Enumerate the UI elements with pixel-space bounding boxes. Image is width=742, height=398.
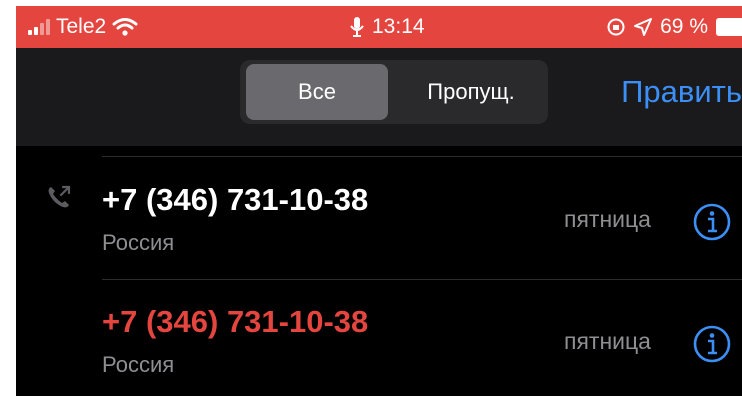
edit-button[interactable]: Править — [621, 74, 742, 110]
segment-missed[interactable]: Пропущ. — [400, 64, 542, 120]
call-number: +7 (346) 731-10-38 — [102, 182, 369, 217]
status-right: 69 % — [606, 15, 742, 39]
call-location: Россия — [102, 352, 175, 377]
info-icon[interactable] — [692, 202, 732, 242]
battery-percent: 69 % — [660, 15, 708, 38]
call-day: пятница — [564, 328, 651, 354]
status-left: Tele2 — [28, 15, 138, 39]
call-row[interactable]: +7 (346) 731-10-38 Россия пятница — [16, 268, 742, 390]
status-center: 13:14 — [350, 15, 425, 39]
recents-list: +7 (346) 731-10-38 Россия пятница +7 (34… — [16, 146, 742, 396]
battery-icon — [716, 18, 742, 36]
wifi-icon — [112, 18, 138, 36]
outgoing-call-icon — [48, 185, 71, 208]
calls-filter-segmented-control: Все Пропущ. — [240, 60, 548, 124]
status-bar: Tele2 13:14 69 % — [16, 6, 742, 48]
carrier-name: Tele2 — [56, 15, 107, 38]
signal-icon — [28, 19, 50, 35]
call-day: пятница — [564, 206, 651, 232]
microphone-icon — [350, 17, 364, 37]
phone-screen: Tele2 13:14 69 % Все Пропущ. Править +7 … — [16, 6, 742, 396]
call-row[interactable]: +7 (346) 731-10-38 Россия пятница — [16, 146, 742, 268]
nav-bar: Все Пропущ. Править — [16, 48, 742, 146]
call-number-missed: +7 (346) 731-10-38 — [102, 304, 369, 339]
status-time: 13:14 — [372, 15, 425, 38]
call-location: Россия — [102, 230, 175, 255]
orientation-lock-icon — [607, 18, 625, 36]
location-arrow-icon — [634, 18, 653, 36]
segment-all[interactable]: Все — [246, 64, 388, 120]
info-icon[interactable] — [692, 324, 732, 364]
